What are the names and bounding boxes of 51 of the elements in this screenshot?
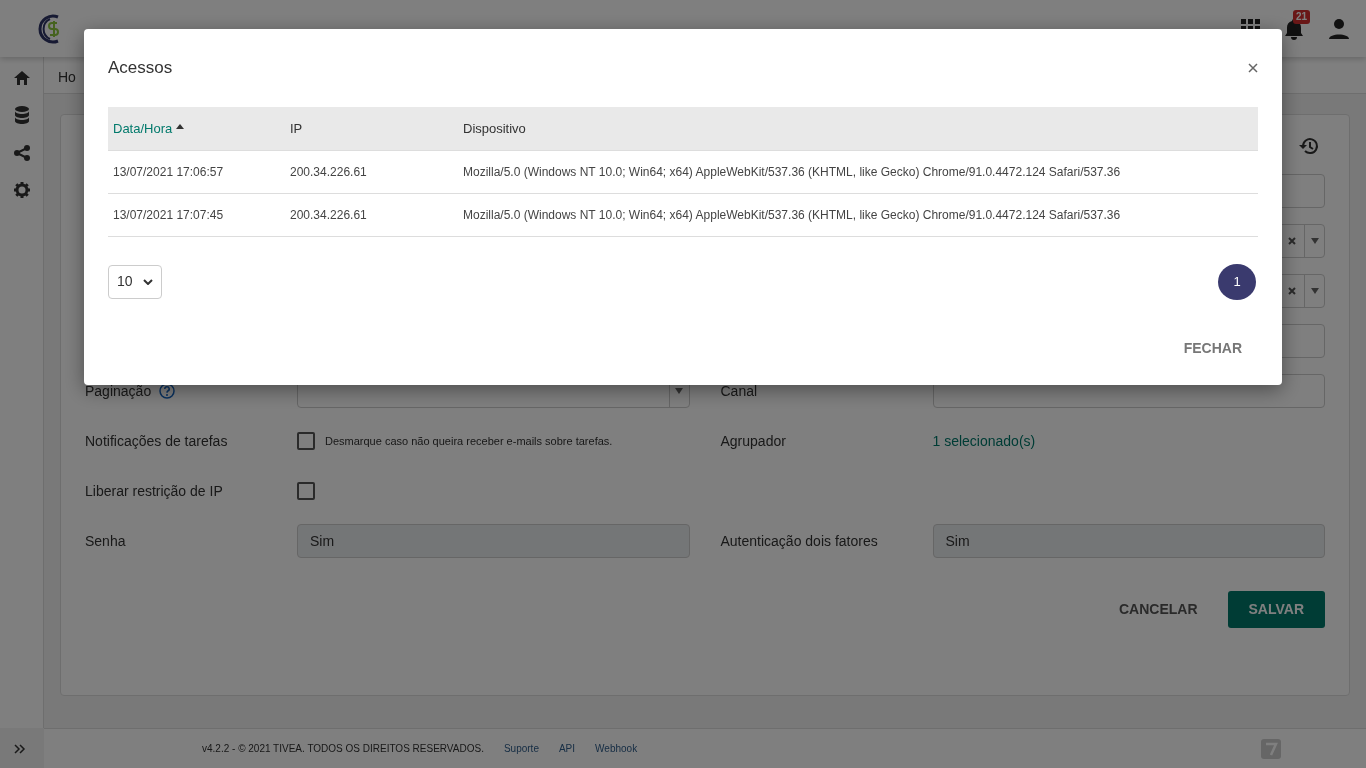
- user-icon[interactable]: [1328, 17, 1350, 40]
- database-icon[interactable]: [13, 106, 30, 124]
- field-label: Senha: [85, 531, 126, 551]
- column-header[interactable]: IP: [290, 120, 303, 136]
- checkbox[interactable]: [297, 432, 315, 450]
- brand-icon: [1261, 738, 1281, 759]
- table-cell: Mozilla/5.0 (Windows NT 10.0; Win64; x64) AppleWebKit/537.36 (KHTML, like Gecko) Chrome/91.0.4472.124 Safari/537.36: [458, 193, 1258, 236]
- dialog-title: Acessos: [108, 57, 173, 80]
- chevron-icon: [143, 278, 153, 285]
- caret-icon: [1310, 238, 1319, 244]
- checkbox[interactable]: [297, 482, 315, 500]
- expand-icon[interactable]: [14, 743, 26, 754]
- field-label: Paginação: [85, 381, 152, 401]
- page-size-select[interactable]: 10: [108, 264, 162, 299]
- page-button[interactable]: 1: [1218, 263, 1256, 300]
- clear-icon[interactable]: [1288, 287, 1296, 295]
- field-label: Notificações de tarefas: [85, 431, 228, 451]
- table-cell: Mozilla/5.0 (Windows NT 10.0; Win64; x64) AppleWebKit/537.36 (KHTML, like Gecko) Chrome/91.0.4472.124 Safari/537.36: [458, 150, 1258, 193]
- table-cell: 200.34.226.61: [285, 193, 458, 236]
- input-field[interactable]: Sim: [297, 524, 690, 558]
- footer-link[interactable]: Suporte: [503, 741, 539, 756]
- share-icon[interactable]: [13, 145, 30, 161]
- notification-badge: 21: [1293, 9, 1311, 24]
- sort-icon[interactable]: [176, 123, 185, 129]
- column-header[interactable]: Dispositivo: [463, 120, 526, 136]
- footer-link[interactable]: Webhook: [595, 741, 638, 756]
- breadcrumb-link[interactable]: Ho: [58, 69, 76, 85]
- selection-link[interactable]: 1 selecionado(s): [932, 430, 1036, 452]
- cancel-button[interactable]: CANCELAR: [1104, 591, 1212, 628]
- caret-icon: [1310, 288, 1319, 294]
- clear-icon[interactable]: [1288, 237, 1296, 245]
- caret-icon: [675, 388, 683, 394]
- field-label: Agrupador: [720, 431, 786, 451]
- checkbox-hint: Desmarque caso não queira receber e-mails sobre tarefas.: [325, 433, 613, 449]
- table-cell: 13/07/2021 17:06:57: [108, 150, 285, 193]
- save-button[interactable]: SALVAR: [1227, 591, 1325, 628]
- field-label: Autenticação dois fatores: [720, 531, 878, 551]
- column-header[interactable]: Data/Hora: [113, 120, 185, 136]
- settings-icon[interactable]: [13, 182, 30, 198]
- input-field[interactable]: Sim: [932, 524, 1325, 558]
- table-cell: 200.34.226.61: [285, 150, 458, 193]
- copyright-text: v4.2.2 - © 2021 TIVEA. TODOS OS DIREITOS RESERVADOS.: [202, 742, 484, 756]
- help-icon[interactable]: [159, 383, 176, 399]
- close-button[interactable]: FECHAR: [1167, 331, 1258, 365]
- field-label: Liberar restrição de IP: [85, 481, 223, 501]
- table-cell: 13/07/2021 17:07:45: [108, 193, 285, 236]
- history-icon[interactable]: [1299, 137, 1319, 155]
- footer-link[interactable]: API: [558, 741, 576, 756]
- home-icon[interactable]: [13, 71, 30, 85]
- close-icon[interactable]: [1248, 63, 1258, 73]
- field-label: Canal: [720, 381, 758, 401]
